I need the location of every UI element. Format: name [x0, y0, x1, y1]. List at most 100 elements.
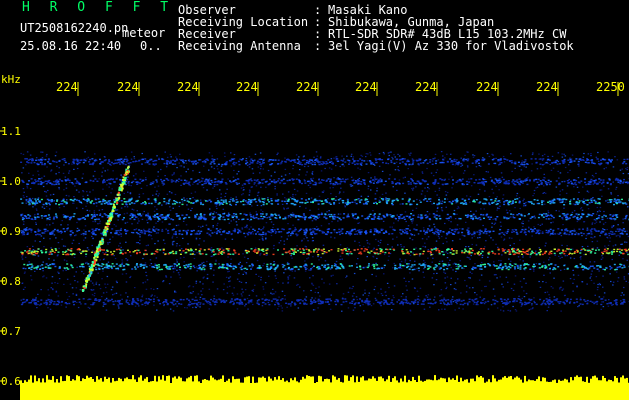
band-pixel [111, 263, 114, 265]
noise-pixel [227, 256, 229, 258]
noise-pixel [317, 307, 319, 309]
noise-pixel [542, 192, 544, 194]
noise-pixel [99, 222, 101, 224]
band-pixel [419, 248, 422, 250]
noise-pixel [381, 193, 384, 195]
band-pixel [326, 228, 329, 231]
noise-pixel [42, 261, 44, 263]
noise-pixel [330, 294, 332, 296]
noise-pixel [446, 198, 449, 200]
band-pixel [578, 200, 581, 202]
band-pixel [83, 218, 86, 220]
band-pixel [57, 231, 60, 233]
band-pixel [247, 198, 250, 201]
band-pixel [426, 200, 429, 202]
band-pixel [191, 230, 193, 232]
noise-pixel [514, 207, 516, 209]
noise-pixel [402, 293, 404, 295]
band-pixel [427, 250, 430, 253]
noise-pixel [165, 166, 168, 168]
noise-pixel [178, 162, 180, 164]
band-pixel [317, 213, 320, 216]
noise-pixel [400, 245, 403, 248]
noise-pixel [481, 254, 484, 256]
band-pixel [529, 217, 532, 220]
noise-pixel [58, 207, 61, 209]
noise-pixel [138, 193, 141, 195]
noise-pixel [434, 190, 437, 192]
noise-pixel [149, 259, 152, 261]
band-pixel [370, 218, 373, 220]
band-pixel [158, 202, 161, 204]
band-pixel [507, 203, 510, 206]
band-pixel [106, 249, 109, 251]
noise-pixel [323, 282, 325, 284]
band-pixel [445, 232, 448, 235]
band-pixel [305, 231, 308, 234]
noise-pixel [32, 206, 34, 208]
noise-pixel [202, 283, 204, 285]
band-pixel [242, 199, 245, 201]
band-pixel [616, 216, 619, 218]
noise-pixel [611, 249, 614, 251]
band-pixel [325, 251, 328, 254]
noise-pixel [466, 195, 468, 197]
band-pixel [314, 215, 317, 218]
noise-pixel [338, 193, 341, 195]
noise-pixel [560, 269, 562, 271]
noise-pixel [419, 287, 422, 289]
noise-pixel [196, 231, 198, 233]
noise-pixel [607, 305, 610, 307]
band-pixel [608, 252, 611, 254]
noise-pixel [581, 200, 583, 202]
band-pixel [450, 231, 453, 234]
band-pixel [53, 251, 56, 254]
noise-pixel [241, 184, 244, 186]
noise-pixel [157, 270, 159, 272]
noise-pixel [36, 307, 38, 309]
noise-pixel [127, 191, 129, 193]
noise-pixel [365, 153, 368, 155]
band-pixel [158, 268, 161, 271]
noise-pixel [430, 172, 433, 174]
band-pixel [84, 199, 87, 201]
noise-pixel [134, 305, 137, 307]
band-pixel [345, 249, 347, 252]
band-pixel [525, 250, 528, 252]
band-pixel [619, 232, 622, 235]
noise-pixel [235, 196, 237, 198]
noise-pixel [244, 226, 246, 228]
noise-pixel [488, 235, 491, 237]
noise-pixel [319, 295, 321, 297]
noise-pixel [43, 175, 46, 177]
noise-pixel [493, 261, 495, 263]
noise-pixel [339, 258, 341, 260]
noise-pixel [583, 198, 585, 200]
noise-pixel [281, 290, 284, 292]
band-pixel [235, 213, 238, 215]
noise-pixel [94, 221, 97, 223]
noise-pixel [102, 292, 105, 294]
noise-pixel [22, 223, 25, 225]
noise-pixel [400, 295, 403, 298]
band-pixel [225, 201, 227, 203]
noise-pixel [40, 151, 42, 153]
noise-pixel [258, 275, 260, 277]
noise-pixel [91, 235, 93, 237]
noise-pixel [254, 153, 257, 155]
noise-pixel [52, 181, 55, 183]
noise-pixel [50, 287, 52, 289]
noise-pixel [249, 160, 251, 162]
band-pixel [284, 217, 287, 220]
noise-pixel [186, 204, 188, 206]
band-pixel [301, 248, 304, 250]
noise-pixel [333, 231, 336, 233]
noise-pixel [81, 177, 84, 179]
noise-pixel [233, 287, 235, 289]
noise-pixel [69, 181, 71, 183]
band-pixel [583, 202, 586, 205]
noise-pixel [477, 304, 479, 306]
band-pixel [323, 251, 326, 253]
band-pixel [198, 251, 201, 253]
band-pixel [208, 248, 211, 251]
